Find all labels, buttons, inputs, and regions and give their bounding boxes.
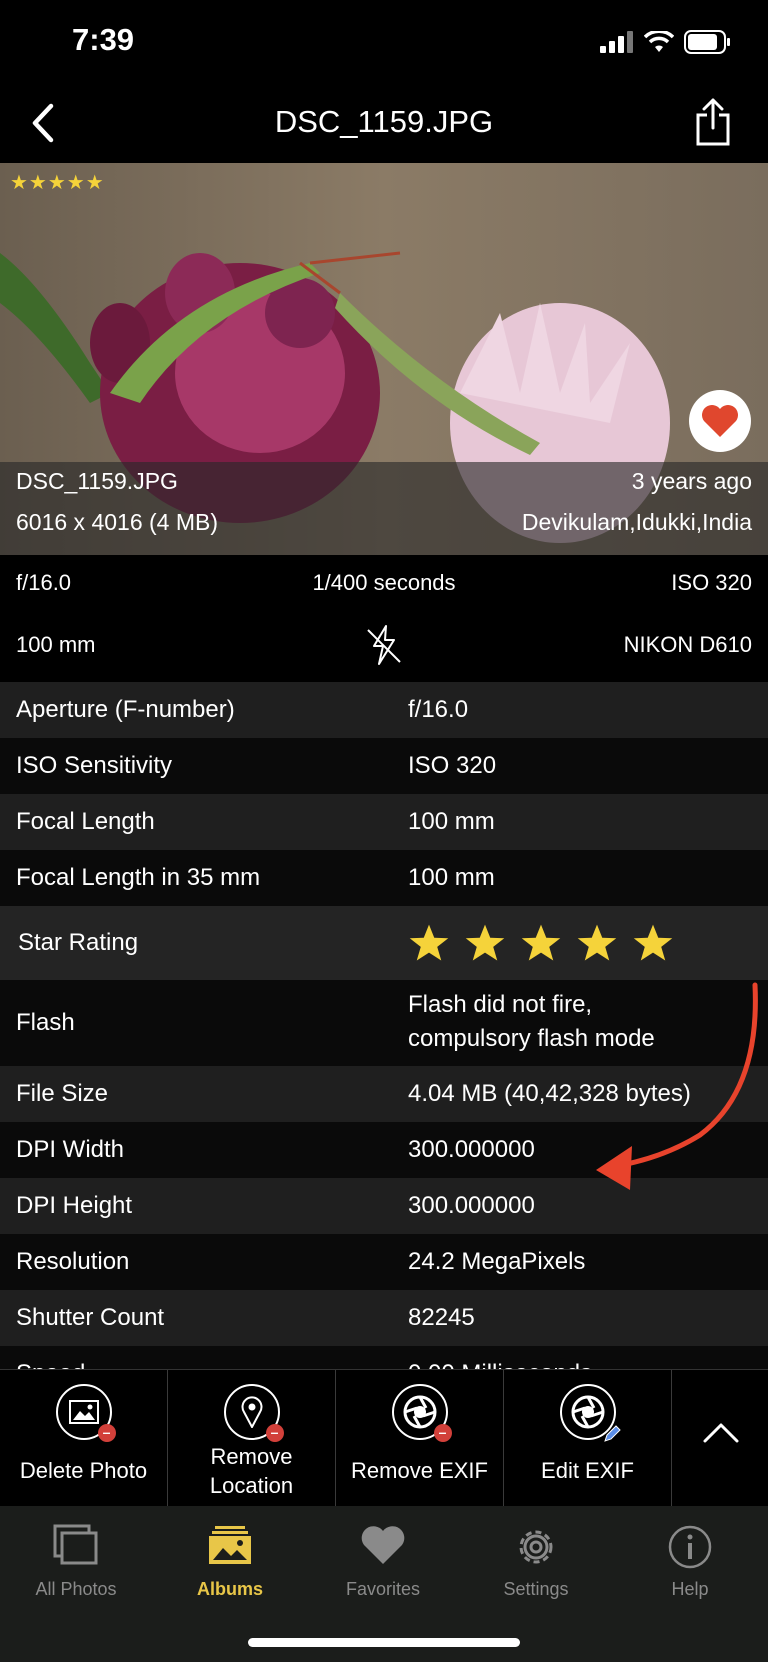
info-icon [668, 1525, 712, 1569]
detail-label: Aperture (F-number) [16, 696, 235, 723]
tab-label: Favorites [345, 1579, 421, 1599]
detail-row-resolution: Resolution 24.2 MegaPixels [0, 1234, 768, 1290]
albums-icon [209, 1526, 251, 1564]
detail-value: 82245 [408, 1304, 475, 1331]
star-rating-control[interactable] [408, 922, 688, 974]
star-icon[interactable] [408, 922, 450, 964]
action-label: Remove Location [209, 1444, 294, 1498]
delete-photo-button[interactable]: – Delete Photo [0, 1370, 168, 1506]
star-icon[interactable] [576, 922, 618, 964]
expand-actions-button[interactable] [672, 1370, 768, 1506]
gear-icon [519, 1530, 553, 1564]
share-button[interactable] [688, 94, 738, 150]
pencil-icon [603, 1425, 621, 1442]
detail-value: 100 mm [408, 864, 495, 891]
shutter-remove-icon: – [391, 1384, 452, 1442]
action-label: Remove EXIF [351, 1458, 488, 1483]
tab-label: Settings [503, 1579, 569, 1599]
remove-badge: – [433, 1424, 452, 1442]
heart-icon [361, 1526, 405, 1564]
star-icon[interactable] [632, 922, 674, 964]
detail-label: File Size [16, 1080, 109, 1107]
detail-label: Flash [16, 1009, 75, 1036]
tab-all-photos[interactable]: All Photos [16, 1524, 136, 1600]
detail-label: DPI Height [16, 1192, 133, 1219]
tab-albums[interactable]: Albums [170, 1524, 290, 1600]
chevron-up-icon [703, 1423, 739, 1443]
detail-row-focal-length: Focal Length 100 mm [0, 794, 768, 850]
shutter-edit-icon [559, 1384, 621, 1442]
annotation-arrow-icon [596, 982, 758, 1190]
action-bar: – Delete Photo – Remove Location – Remov… [0, 1369, 768, 1506]
remove-location-button[interactable]: – Remove Location [168, 1370, 336, 1506]
detail-label: Focal Length in 35 mm [16, 864, 261, 891]
remove-badge: – [97, 1424, 116, 1442]
detail-value: ISO 320 [408, 752, 497, 779]
summary-iso: ISO 320 [671, 570, 752, 595]
summary-focal: 100 mm [16, 632, 96, 657]
action-label: Delete Photo [19, 1458, 148, 1483]
share-icon [696, 98, 730, 146]
tab-label: Help [671, 1579, 709, 1599]
page-title: DSC_1159.JPG [274, 104, 494, 139]
tab-settings[interactable]: Settings [476, 1524, 596, 1600]
detail-value: 24.2 MegaPixels [408, 1248, 586, 1275]
detail-label: Resolution [16, 1248, 130, 1275]
photo-filename: DSC_1159.JPG [16, 468, 178, 494]
location-remove-icon: – [223, 1384, 284, 1442]
detail-value: 300.000000 [408, 1192, 535, 1219]
detail-value: f/16.0 [408, 696, 469, 723]
heart-icon [702, 405, 738, 437]
detail-label: Star Rating [18, 929, 139, 956]
photos-icon [53, 1524, 98, 1565]
home-indicator[interactable] [248, 1638, 520, 1647]
remove-badge: – [265, 1424, 284, 1442]
summary-shutter: 1/400 seconds [312, 570, 456, 595]
detail-label: Focal Length [16, 808, 155, 835]
photo-age: 3 years ago [631, 468, 752, 494]
flash-off-icon [366, 624, 402, 671]
status-time: 7:39 [72, 22, 135, 57]
detail-label: Shutter Count [16, 1304, 165, 1331]
edit-exif-button[interactable]: Edit EXIF [504, 1370, 672, 1506]
detail-row-star-rating[interactable]: Star Rating [0, 906, 768, 980]
detail-value: 300.000000 [408, 1136, 535, 1163]
tab-help[interactable]: Help [630, 1524, 750, 1600]
tab-label: All Photos [35, 1579, 117, 1599]
battery-icon [684, 30, 730, 54]
detail-row-aperture: Aperture (F-number) f/16.0 [0, 682, 768, 738]
tab-favorites[interactable]: Favorites [323, 1524, 443, 1600]
action-label: Edit EXIF [541, 1458, 634, 1483]
status-icons [600, 28, 732, 56]
summary-camera: NIKON D610 [623, 632, 752, 657]
photo-dimensions: 6016 x 4016 (4 MB) [16, 509, 219, 535]
wifi-icon [644, 31, 674, 52]
remove-exif-button[interactable]: – Remove EXIF [336, 1370, 504, 1506]
photo-location[interactable]: Devikulam,Idukki,India [522, 509, 752, 536]
detail-label: DPI Width [16, 1136, 125, 1163]
star-icon[interactable] [520, 922, 562, 964]
detail-row-shutter-count: Shutter Count 82245 [0, 1290, 768, 1346]
detail-value: 100 mm [408, 808, 495, 835]
tab-label: Albums [196, 1579, 263, 1599]
photo-delete-icon: – [55, 1384, 116, 1442]
detail-label: ISO Sensitivity [16, 752, 173, 779]
detail-row-iso: ISO Sensitivity ISO 320 [0, 738, 768, 794]
photo-star-rating: ★★★★★ [10, 172, 105, 194]
star-icon[interactable] [464, 922, 506, 964]
favorite-button[interactable] [689, 390, 751, 452]
detail-row-focal-length-35: Focal Length in 35 mm 100 mm [0, 850, 768, 906]
signal-icon [600, 31, 633, 53]
